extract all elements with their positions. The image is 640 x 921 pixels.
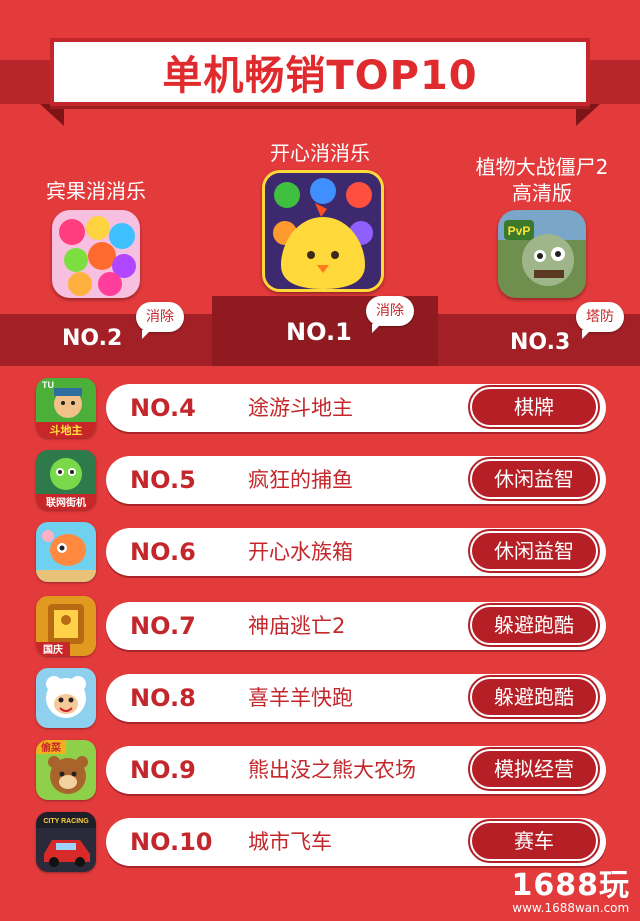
row7-icon-text: 国庆 — [43, 643, 63, 656]
rank-label: NO.9 — [130, 756, 196, 784]
rank-label: NO.10 — [130, 828, 213, 856]
top1-tag: 消除 — [366, 296, 414, 333]
category-tag: 休闲益智 — [468, 529, 600, 573]
rank-label: NO.8 — [130, 684, 196, 712]
game-name: 疯狂的捕鱼 — [248, 468, 353, 492]
site-watermark: 1688玩 www.1688wan.com — [511, 868, 631, 916]
row5-icon-text: 联网街机 — [46, 496, 86, 509]
title-banner: 单机畅销TOP10 — [50, 38, 590, 106]
pvz-zombie-icon[interactable]: PvP — [498, 210, 586, 298]
watermark-logo-text: 1688玩 — [511, 868, 630, 903]
list-item[interactable]: NO.9 熊出没之熊大农场 模拟经营 — [106, 746, 606, 794]
rank-label: NO.7 — [130, 612, 196, 640]
top2-rank: NO.2 — [62, 326, 123, 351]
rank-label: NO.6 — [130, 538, 196, 566]
list-item[interactable]: NO.4 途游斗地主 棋牌 — [106, 384, 606, 432]
temple-run-icon[interactable]: 国庆 — [36, 596, 96, 656]
top1-rank: NO.1 — [286, 318, 352, 346]
top3-rank: NO.3 — [510, 330, 571, 355]
list-item[interactable]: NO.5 疯狂的捕鱼 休闲益智 — [106, 456, 606, 504]
game-name: 喜羊羊快跑 — [248, 686, 353, 710]
top2-tag: 消除 — [136, 302, 184, 339]
watermark-url: www.1688wan.com — [512, 901, 630, 915]
row10-icon-text: CITY RACING — [43, 818, 89, 825]
game-name: 途游斗地主 — [248, 396, 353, 420]
sheep-icon[interactable] — [36, 668, 96, 728]
rank-label: NO.5 — [130, 466, 196, 494]
top1-name: 开心消消乐 — [270, 141, 370, 165]
list-item[interactable]: NO.7 神庙逃亡2 躲避跑酷 — [106, 602, 606, 650]
game-name: 城市飞车 — [248, 830, 332, 854]
doudizhu-icon[interactable]: TU 斗地主 — [36, 378, 96, 438]
bear-farm-icon[interactable]: 偷菜 — [36, 740, 96, 800]
fishing-icon[interactable]: 联网街机 — [36, 450, 96, 510]
top3-name-line1: 植物大战僵尸2 — [475, 155, 609, 179]
list-item[interactable]: NO.10 城市飞车 赛车 — [106, 818, 606, 866]
category-tag: 棋牌 — [468, 385, 600, 429]
city-racing-icon[interactable]: CITY RACING — [36, 812, 96, 872]
rank-label: NO.4 — [130, 394, 196, 422]
candy-game-icon[interactable] — [52, 210, 140, 298]
game-name: 熊出没之熊大农场 — [248, 758, 416, 782]
top3-tag: 塔防 — [576, 302, 624, 339]
banner-fold-left — [40, 104, 64, 126]
row4-corner: TU — [42, 380, 54, 390]
row9-icon-text: 偷菜 — [41, 741, 62, 754]
svg-text:PvP: PvP — [508, 224, 531, 238]
list-item[interactable]: NO.6 开心水族箱 休闲益智 — [106, 528, 606, 576]
game-name: 开心水族箱 — [248, 540, 353, 564]
category-tag: 休闲益智 — [468, 457, 600, 501]
aquarium-icon[interactable] — [36, 522, 96, 582]
row4-icon-text: 斗地主 — [50, 423, 83, 437]
page-title: 单机畅销TOP10 — [162, 53, 478, 99]
yellow-chick-icon[interactable] — [262, 170, 384, 292]
list-item[interactable]: NO.8 喜羊羊快跑 躲避跑酷 — [106, 674, 606, 722]
banner-fold-right — [576, 104, 600, 126]
top3-name: 植物大战僵尸2 高清版 — [462, 154, 622, 206]
category-tag: 赛车 — [468, 819, 600, 863]
category-tag: 模拟经营 — [468, 747, 600, 791]
top2-name: 宾果消消乐 — [46, 179, 146, 203]
category-tag: 躲避跑酷 — [468, 675, 600, 719]
top3-name-line2: 高清版 — [512, 181, 572, 205]
category-tag: 躲避跑酷 — [468, 603, 600, 647]
game-name: 神庙逃亡2 — [248, 614, 346, 638]
